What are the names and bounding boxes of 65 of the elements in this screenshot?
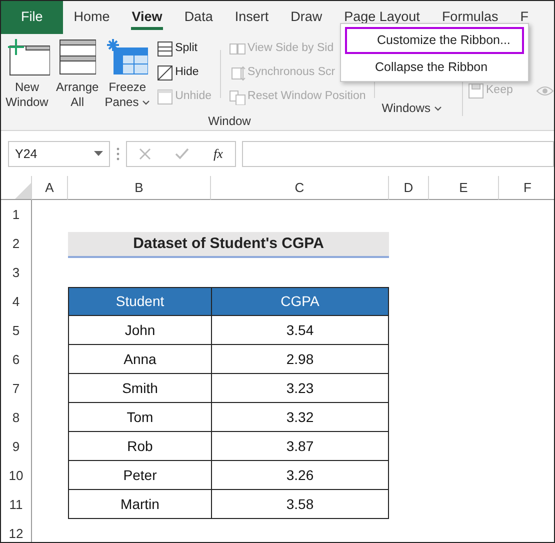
- name-box-value: Y24: [15, 146, 38, 163]
- row-header[interactable]: 6: [1, 345, 32, 374]
- row-header[interactable]: 1: [1, 200, 32, 229]
- ribbon-tab[interactable]: Home: [62, 1, 121, 34]
- column-heading: Student: [68, 287, 211, 316]
- formula-input[interactable]: [242, 141, 554, 167]
- column-header[interactable]: E: [429, 176, 499, 200]
- row-header[interactable]: 11: [1, 490, 32, 519]
- ribbon-tab[interactable]: Insert: [224, 1, 280, 34]
- table-cell: Peter: [68, 461, 211, 490]
- row-header[interactable]: 4: [1, 287, 32, 316]
- ribbon-button[interactable]: Hide: [156, 62, 213, 83]
- ribbon-tab[interactable]: Data: [173, 1, 224, 34]
- row-header[interactable]: 5: [1, 316, 32, 345]
- side-by-side-icon: [228, 40, 246, 56]
- table-cell: Anna: [68, 345, 211, 374]
- table-cell: 3.23: [211, 374, 389, 403]
- freeze-panes-button[interactable]: Freeze Panes: [102, 38, 154, 112]
- name-box[interactable]: Y24: [8, 141, 110, 167]
- unhide-icon: [157, 88, 174, 104]
- table-cell: 2.98: [211, 345, 389, 374]
- file-tab[interactable]: File: [1, 1, 63, 34]
- more-icon: [116, 147, 120, 161]
- row-header[interactable]: 3: [1, 258, 32, 287]
- column-heading: CGPA: [211, 287, 389, 316]
- table-cell: 3.26: [211, 461, 389, 490]
- sync-scroll-icon: [228, 64, 246, 80]
- table-cell: Martin: [68, 490, 211, 519]
- enter-icon: [175, 148, 190, 160]
- row-header[interactable]: 7: [1, 374, 32, 403]
- eye-icon: [536, 84, 554, 98]
- table-cell: Rob: [68, 432, 211, 461]
- table-cell: 3.58: [211, 490, 389, 519]
- column-header[interactable]: B: [68, 176, 211, 200]
- reset-window-icon: [228, 88, 246, 104]
- row-header[interactable]: 10: [1, 461, 32, 490]
- cancel-icon: [139, 148, 152, 160]
- freeze-panes-icon: [106, 38, 148, 76]
- hide-icon: [157, 64, 174, 80]
- column-header[interactable]: A: [32, 176, 68, 200]
- arrange-all-button[interactable]: Arrange All: [53, 38, 102, 112]
- ribbon-button[interactable]: Split: [156, 38, 213, 59]
- ribbon-tab[interactable]: View: [120, 1, 174, 34]
- table-cell: 3.54: [211, 316, 389, 345]
- insert-function-button[interactable]: fx: [214, 144, 223, 164]
- switch-windows-button[interactable]: Windows: [378, 101, 445, 116]
- row-header[interactable]: 2: [1, 229, 32, 258]
- menu-item[interactable]: Customize the Ribbon...: [345, 27, 524, 54]
- column-header[interactable]: C: [211, 176, 389, 200]
- column-header[interactable]: D: [389, 176, 429, 200]
- ribbon-tab[interactable]: Draw: [280, 1, 334, 34]
- row-header[interactable]: 12: [1, 519, 32, 542]
- split-icon: [157, 40, 174, 56]
- table-cell: John: [68, 316, 211, 345]
- table-cell: Tom: [68, 403, 211, 432]
- table-cell: 3.32: [211, 403, 389, 432]
- row-header[interactable]: 9: [1, 432, 32, 461]
- group-label: Window: [207, 113, 252, 130]
- table-cell: 3.87: [211, 432, 389, 461]
- table-cell: Smith: [68, 374, 211, 403]
- new-window-button[interactable]: New Window: [1, 38, 53, 112]
- arrange-icon: [58, 38, 96, 76]
- dropdown-icon: [94, 151, 103, 157]
- sheet-title: Dataset of Student's CGPA: [68, 232, 389, 258]
- row-header[interactable]: 8: [1, 403, 32, 432]
